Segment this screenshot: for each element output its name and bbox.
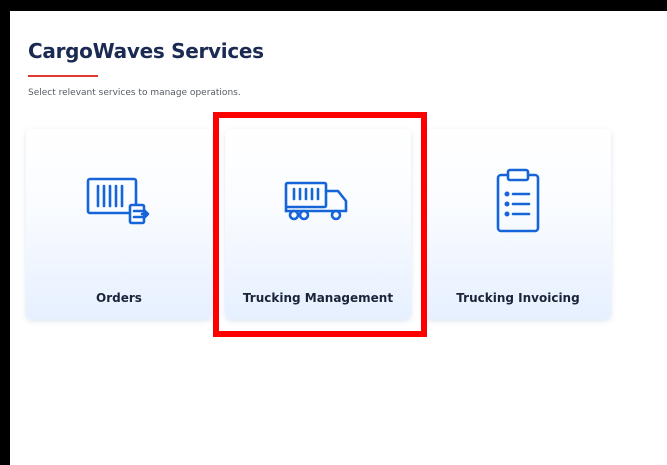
page-title: CargoWaves Services [28, 39, 264, 63]
service-card-label: Orders [96, 291, 142, 305]
service-card-label: Trucking Invoicing [456, 291, 580, 305]
service-card-trucking-management[interactable]: Trucking Management [225, 129, 411, 319]
service-card-orders[interactable]: Orders [26, 129, 212, 319]
title-underline [28, 75, 98, 77]
page-subtitle: Select relevant services to manage opera… [28, 88, 241, 98]
services-page: CargoWaves Services Select relevant serv… [10, 11, 667, 465]
container-order-icon [26, 173, 212, 229]
service-card-label: Trucking Management [242, 291, 394, 305]
truck-icon [225, 173, 411, 229]
service-card-trucking-invoicing[interactable]: Trucking Invoicing [425, 129, 611, 319]
clipboard-icon [425, 168, 611, 237]
